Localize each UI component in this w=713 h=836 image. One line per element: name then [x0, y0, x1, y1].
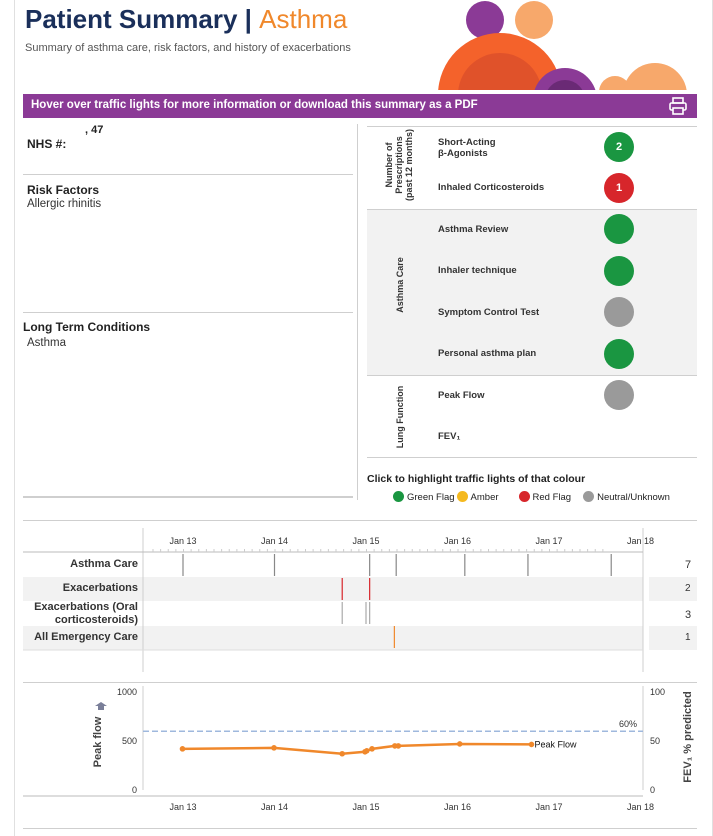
page-title-condition: Asthma	[259, 4, 348, 34]
data-point	[528, 741, 535, 748]
decorative-circles-logo	[438, 1, 687, 90]
printer-icon[interactable]	[669, 97, 687, 115]
data-point	[395, 743, 402, 749]
traffic-light-personal-asthma-plan[interactable]	[604, 339, 634, 369]
timeline-tick-label: Jan 15	[352, 536, 379, 546]
divider	[23, 174, 353, 175]
x-tick-label: Jan 14	[261, 802, 288, 812]
y2-tick-label: 100	[650, 687, 665, 697]
y2-tick-label: 50	[650, 736, 660, 746]
legend-neutral[interactable]: Neutral/Unknown	[583, 491, 670, 503]
divider	[367, 126, 697, 127]
timeline-tick-label: Jan 13	[169, 536, 196, 546]
group-label-prescriptions: Number of Prescriptions (past 12 months)	[384, 129, 414, 202]
pin-icon	[95, 702, 107, 710]
series-label: Peak Flow	[535, 739, 578, 749]
legend-amber[interactable]: Amber	[456, 491, 499, 503]
nhs-value: , 47	[85, 124, 104, 136]
y-axis-label: Peak flow	[92, 716, 104, 767]
amber-dot-icon	[456, 491, 468, 502]
traffic-light-symptom-control-test[interactable]	[604, 297, 634, 327]
divider	[23, 828, 697, 829]
y2-tick-label: 0	[650, 785, 655, 795]
banner-text: Hover over traffic lights for more infor…	[31, 99, 478, 111]
x-tick-label: Jan 17	[535, 802, 562, 812]
series-line-peak-flow	[182, 742, 532, 755]
risk-factors-label: Risk Factors	[27, 183, 100, 197]
divider	[367, 375, 697, 376]
row-label-personal-asthma-plan: Personal asthma plan	[438, 348, 537, 359]
legend: Green Flag Amber Red Flag Neutral/Unknown	[393, 491, 682, 503]
data-point	[271, 745, 277, 751]
x-tick-label: Jan 15	[352, 802, 379, 812]
peak-flow-chart: 0 500 1000 0 50 100 Jan 13 Jan 14 Jan 15 Jan 16 Ja…	[23, 686, 694, 812]
traffic-light-saba[interactable]: 2	[604, 132, 634, 162]
data-point	[339, 750, 345, 757]
row-label-saba: Short-Acting β-Agonists	[438, 137, 496, 159]
data-point	[456, 741, 463, 747]
long-term-conditions-label: Long Term Conditions	[23, 320, 151, 334]
legend-red-flag[interactable]: Red Flag	[518, 491, 571, 503]
traffic-light-inhaler-technique[interactable]	[604, 256, 634, 286]
x-tick-label: Jan 18	[627, 802, 654, 812]
page-subtitle: Summary of asthma care, risk factors, an…	[25, 42, 351, 54]
grey-dot-icon	[583, 491, 595, 502]
traffic-light-asthma-review[interactable]	[604, 214, 634, 244]
row-label-peak-flow: Peak Flow	[438, 390, 485, 401]
page-title: Patient Summary | Asthma	[25, 4, 348, 34]
data-point	[363, 748, 370, 754]
page-frame: Patient Summary | Asthma Summary of asth…	[14, 0, 713, 836]
reference-line-label: 60%	[619, 719, 637, 729]
long-term-conditions-value: Asthma	[27, 337, 66, 349]
timeline-tick-label: Jan 14	[261, 536, 288, 546]
group-label-lung-function: Lung Function	[395, 385, 405, 449]
y-tick-label: 500	[122, 736, 137, 746]
info-banner: Hover over traffic lights for more infor…	[23, 94, 697, 118]
x-tick-label: Jan 16	[444, 802, 471, 812]
row-label-symptom-control-test: Symptom Control Test	[438, 307, 540, 318]
y-tick-label: 1000	[117, 687, 137, 697]
x-tick-label: Jan 13	[169, 802, 196, 812]
divider	[367, 457, 697, 458]
timeline-chart: Jan 13 Jan 14 Jan 15 Jan 16 Jan 17 Jan 18	[23, 528, 654, 672]
legend-green-flag[interactable]: Green Flag	[393, 491, 455, 503]
data-point	[179, 746, 186, 752]
panel-divider	[357, 124, 358, 500]
green-dot-icon	[393, 491, 404, 502]
y-tick-label: 0	[132, 785, 137, 795]
divider	[23, 497, 353, 498]
data-point	[369, 746, 375, 752]
row-label-asthma-review: Asthma Review	[438, 224, 509, 235]
traffic-light-peak-flow[interactable]	[604, 380, 634, 410]
timeline-tick-label: Jan 16	[444, 536, 471, 546]
risk-factors-value: Allergic rhinitis	[27, 198, 102, 210]
group-label-asthma-care: Asthma Care	[395, 257, 405, 313]
legend-title: Click to highlight traffic lights of tha…	[367, 473, 586, 485]
y2-axis-label: FEV₁ % predicted	[682, 691, 694, 782]
row-label-inhaler-technique: Inhaler technique	[438, 265, 517, 276]
red-dot-icon	[518, 491, 530, 502]
nhs-label: NHS #:	[27, 137, 67, 151]
row-label-ics: Inhaled Corticosteroids	[438, 182, 545, 193]
timeline-tick-label: Jan 17	[535, 536, 562, 546]
timeline-tick-label: Jan 18	[627, 536, 654, 546]
traffic-light-ics[interactable]: 1	[604, 173, 634, 203]
divider	[23, 312, 353, 313]
row-label-fev1: FEV₁	[438, 431, 461, 442]
